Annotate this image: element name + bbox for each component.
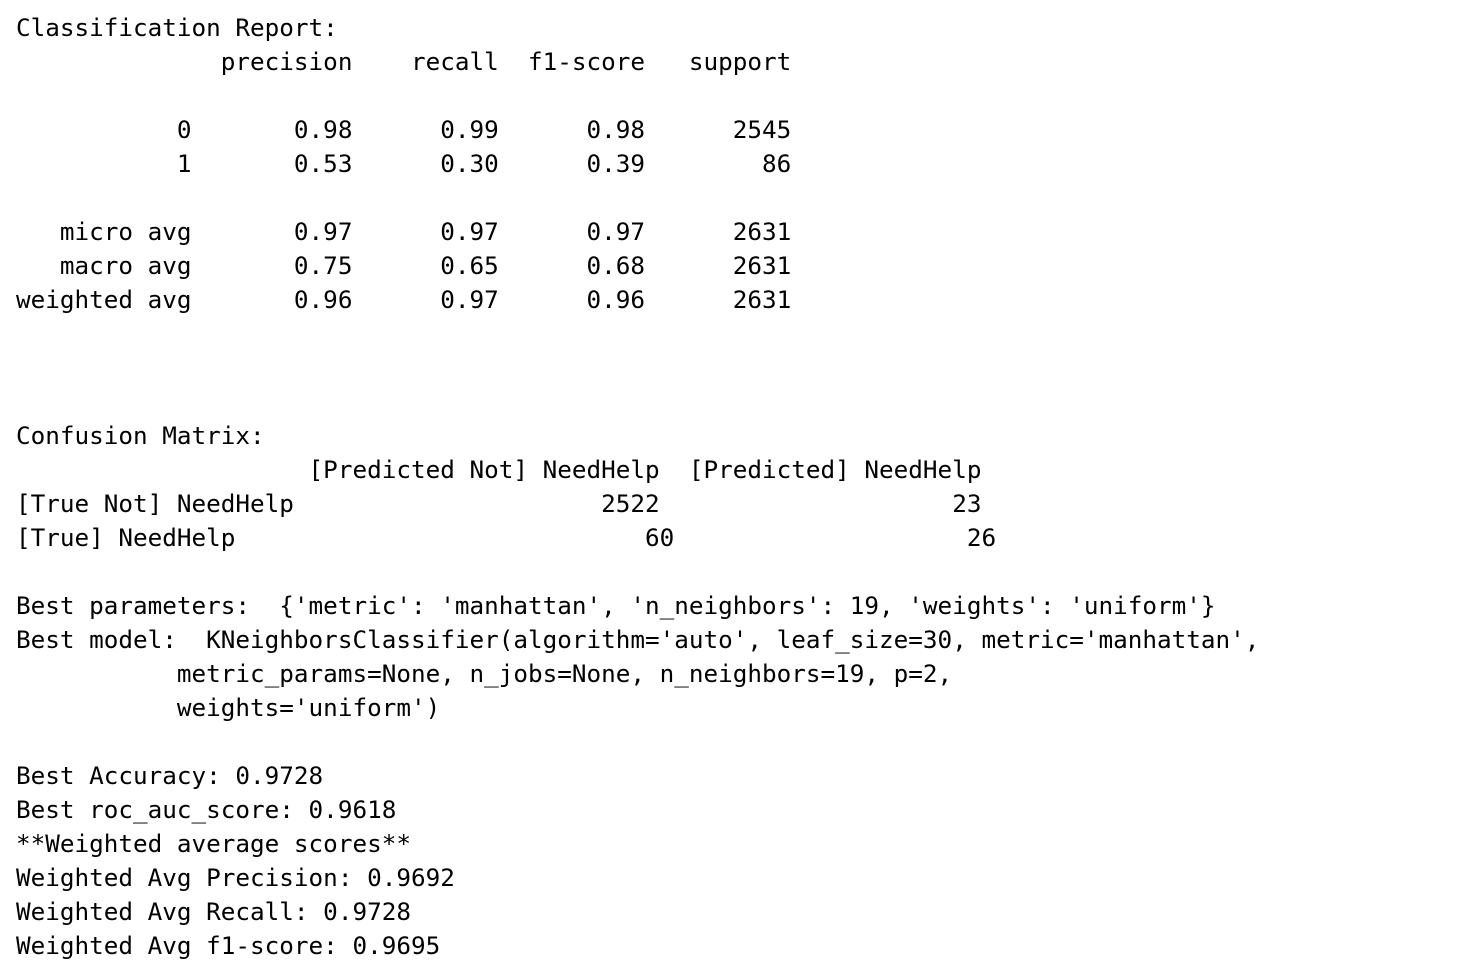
- best-model-line-3: weights='uniform'): [16, 693, 441, 722]
- best-parameters: Best parameters: {'metric': 'manhattan',…: [16, 591, 1216, 620]
- classification-report-row-weighted-avg: weighted avg 0.96 0.97 0.96 2631: [16, 285, 792, 314]
- classification-report-row-0: 0 0.98 0.99 0.98 2545: [16, 115, 792, 144]
- classification-report-blank: [16, 79, 1259, 113]
- best-accuracy: Best Accuracy: 0.9728: [16, 761, 324, 790]
- classification-report-row-macro-avg: macro avg 0.75 0.65 0.68 2631: [16, 251, 792, 280]
- classification-report-title: Classification Report:: [16, 13, 338, 42]
- classification-report-header: precision recall f1-score support: [16, 47, 792, 76]
- confusion-matrix-row-true-not: [True Not] NeedHelp 2522 23: [16, 489, 982, 518]
- classification-report-row-micro-avg: micro avg 0.97 0.97 0.97 2631: [16, 217, 792, 246]
- confusion-matrix-row-true: [True] NeedHelp 60 26: [16, 523, 997, 552]
- confusion-matrix-header: [Predicted Not] NeedHelp [Predicted] Nee…: [16, 455, 982, 484]
- confusion-matrix-title: Confusion Matrix:: [16, 421, 265, 450]
- weighted-avg-f1-score: Weighted Avg f1-score: 0.9695: [16, 931, 441, 960]
- best-model-line-2: metric_params=None, n_jobs=None, n_neigh…: [16, 659, 953, 688]
- weighted-avg-recall: Weighted Avg Recall: 0.9728: [16, 897, 411, 926]
- weighted-average-header: **Weighted average scores**: [16, 829, 411, 858]
- best-roc-auc-score: Best roc_auc_score: 0.9618: [16, 795, 397, 824]
- best-model-line-1: Best model: KNeighborsClassifier(algorit…: [16, 625, 1260, 654]
- weighted-avg-precision: Weighted Avg Precision: 0.9692: [16, 863, 455, 892]
- classification-report-blank: [16, 181, 1259, 215]
- console-output: Classification Report: precision recall …: [16, 11, 1259, 963]
- classification-report-row-1: 1 0.53 0.30 0.39 86: [16, 149, 792, 178]
